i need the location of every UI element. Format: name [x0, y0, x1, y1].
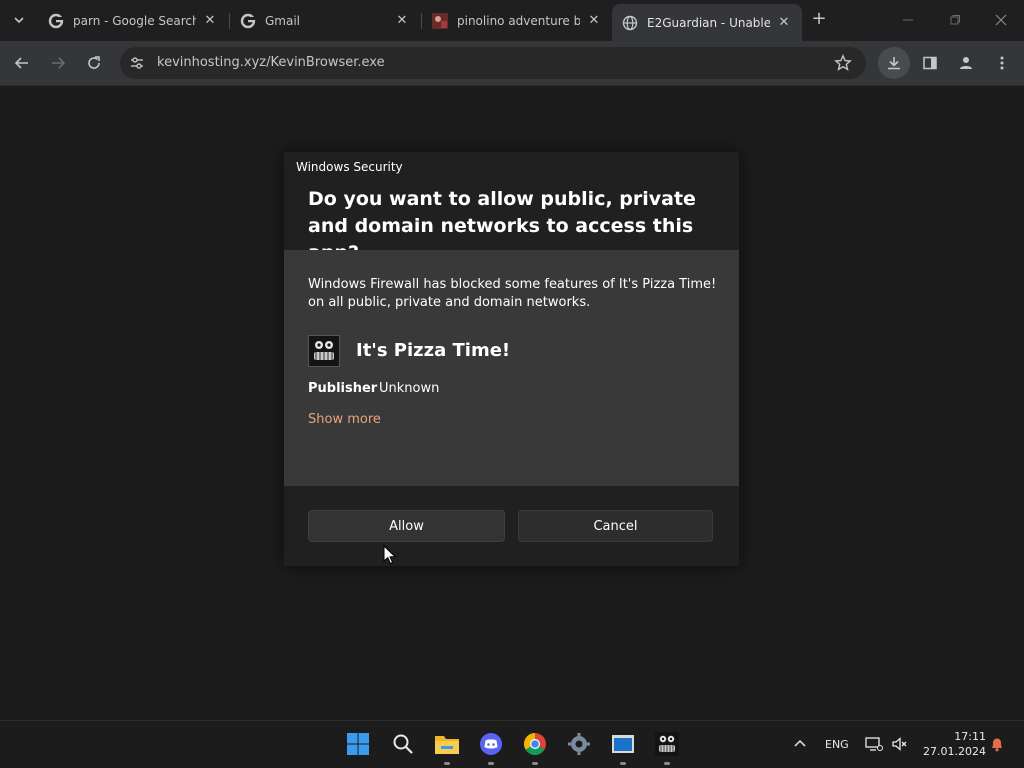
running-indicator [488, 762, 494, 765]
windows-security-dialog: Windows Security Do you want to allow pu… [284, 152, 739, 566]
bell-icon [992, 738, 1002, 752]
allow-button[interactable]: Allow [308, 510, 505, 542]
start-button[interactable] [345, 731, 371, 757]
browser-toolbar: kevinhosting.xyz/KevinBrowser.exe [0, 41, 1024, 86]
app-icon [308, 335, 340, 367]
side-panel-icon [923, 56, 937, 70]
taskbar-search-button[interactable] [390, 731, 416, 757]
taskbar: ENG 17:11 27.01.2024 [0, 720, 1024, 768]
taskbar-settings[interactable] [566, 731, 592, 757]
gear-icon [568, 733, 590, 755]
pizza-face-icon [655, 732, 679, 756]
dialog-description: Windows Firewall has blocked some featur… [308, 277, 717, 310]
folder-icon [435, 736, 459, 754]
taskbar-discord[interactable] [478, 731, 504, 765]
arrow-left-icon [14, 57, 28, 69]
app-name: It's Pizza Time! [356, 340, 511, 361]
chevron-down-icon [14, 17, 24, 24]
tab-strip: parn - Google Search ✕ Gmail ✕ pinolino … [0, 0, 1024, 41]
close-window-button[interactable] [989, 8, 1013, 32]
reload-icon [88, 56, 100, 69]
tab-title: pinolino adventure by [457, 13, 580, 28]
arrow-right-icon [52, 57, 66, 69]
taskbar-app-window[interactable] [610, 731, 636, 765]
search-icon [393, 734, 413, 754]
windows-logo-icon [347, 733, 369, 755]
close-icon[interactable]: ✕ [586, 13, 602, 29]
tab-search-button[interactable] [8, 9, 30, 31]
dialog-footer: Allow Cancel [284, 486, 739, 566]
download-icon [888, 57, 900, 70]
taskbar-clock[interactable]: 17:11 27.01.2024 [918, 729, 986, 759]
google-icon [48, 13, 64, 28]
forward-button[interactable] [47, 52, 69, 74]
speaker-muted-icon [892, 737, 907, 751]
tab-pinolino[interactable]: pinolino adventure by ✕ [422, 6, 612, 35]
cancel-button[interactable]: Cancel [518, 510, 713, 542]
close-icon [995, 14, 1007, 26]
dialog-body: Windows Firewall has blocked some featur… [284, 250, 739, 486]
discord-icon [480, 733, 502, 755]
url-text[interactable]: kevinhosting.xyz/KevinBrowser.exe [157, 55, 385, 70]
image-favicon [432, 12, 448, 29]
taskbar-chrome[interactable] [522, 731, 548, 765]
tab-title: Gmail [265, 13, 301, 28]
globe-icon [622, 15, 638, 30]
mouse-cursor-icon [383, 545, 397, 565]
more-vertical-icon [1000, 56, 1004, 70]
google-icon [240, 13, 256, 28]
new-tab-button[interactable]: + [809, 10, 829, 30]
minimize-button[interactable] [896, 8, 920, 32]
volume-status[interactable] [887, 731, 913, 757]
restore-icon [950, 15, 960, 25]
dialog-header: Windows Security Do you want to allow pu… [284, 152, 739, 264]
taskbar-file-explorer[interactable] [434, 731, 460, 765]
close-icon[interactable]: ✕ [394, 13, 410, 29]
taskbar-pizza-time[interactable] [654, 731, 680, 765]
tab-title: E2Guardian - Unable t [647, 15, 770, 30]
running-indicator [444, 762, 450, 765]
pizza-face-icon [309, 336, 339, 366]
reload-button[interactable] [83, 52, 105, 74]
profile-button[interactable] [955, 52, 977, 74]
dialog-app-title: Windows Security [296, 160, 403, 174]
publisher-value: Unknown [379, 381, 440, 396]
publisher-label: Publisher [308, 381, 378, 396]
language-indicator[interactable]: ENG [825, 738, 849, 751]
chevron-up-icon [794, 739, 806, 747]
chrome-icon [524, 733, 546, 755]
site-settings-icon[interactable] [129, 55, 145, 71]
address-bar[interactable]: kevinhosting.xyz/KevinBrowser.exe [120, 47, 866, 79]
maximize-button[interactable] [943, 8, 967, 32]
side-panel-button[interactable] [919, 52, 941, 74]
close-icon[interactable]: ✕ [776, 15, 792, 31]
bookmark-star-icon[interactable] [834, 54, 852, 72]
close-icon[interactable]: ✕ [202, 13, 218, 29]
tab-google-search[interactable]: parn - Google Search ✕ [38, 6, 228, 35]
clock-date: 27.01.2024 [923, 745, 986, 758]
show-more-link[interactable]: Show more [308, 412, 381, 427]
menu-button[interactable] [991, 52, 1013, 74]
profile-icon [960, 57, 972, 69]
tab-title: parn - Google Search [73, 13, 196, 28]
running-indicator [664, 762, 670, 765]
tab-e2guardian[interactable]: E2Guardian - Unable t ✕ [612, 4, 802, 41]
tab-gmail[interactable]: Gmail ✕ [230, 6, 420, 35]
clock-time: 17:11 [954, 730, 986, 743]
window-app-icon [612, 735, 634, 753]
network-status[interactable] [861, 731, 887, 757]
show-hidden-icons-button[interactable] [787, 731, 813, 757]
back-button[interactable] [11, 52, 33, 74]
network-icon [865, 737, 883, 751]
downloads-button[interactable] [878, 47, 910, 79]
minimize-icon [903, 19, 913, 21]
running-indicator [532, 762, 538, 765]
running-indicator [620, 762, 626, 765]
notifications-button[interactable] [984, 731, 1010, 757]
